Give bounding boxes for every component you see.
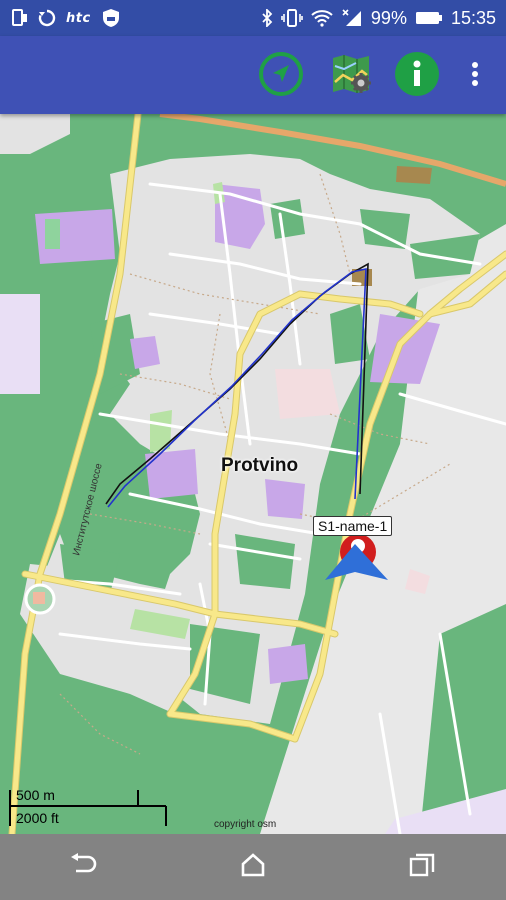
map-settings-icon xyxy=(329,52,373,101)
recent-apps-button[interactable] xyxy=(382,837,462,897)
bluetooth-icon xyxy=(261,9,273,27)
more-options-button[interactable] xyxy=(452,53,498,99)
map-view[interactable]: Protvino Институтское шоссе S1-name-1 50… xyxy=(0,114,506,834)
copyright-text: copyright osm xyxy=(214,819,277,830)
system-nav-bar xyxy=(0,834,506,900)
status-bar-left: htc xyxy=(12,0,121,36)
status-bar: htc 99% 15:35 xyxy=(0,0,506,36)
signal-icon xyxy=(341,9,363,27)
sim-icon xyxy=(12,9,28,27)
info-button[interactable] xyxy=(394,51,440,102)
recent-apps-icon xyxy=(409,853,435,882)
navigation-button[interactable] xyxy=(258,51,304,102)
scale-metric-label: 500 m xyxy=(16,787,55,803)
battery-icon xyxy=(415,10,443,26)
vibrate-icon xyxy=(281,9,303,27)
status-bar-right: 99% 15:35 xyxy=(261,0,496,36)
shield-icon xyxy=(101,8,121,28)
marker-label[interactable]: S1-name-1 xyxy=(313,516,393,536)
more-vert-icon xyxy=(471,61,479,92)
navigation-arrow-icon xyxy=(258,51,304,102)
map-settings-button[interactable] xyxy=(328,53,374,99)
scale-imperial-label: 2000 ft xyxy=(16,810,59,826)
scale-bar: 500 m 2000 ft xyxy=(8,786,168,832)
battery-percent: 99% xyxy=(370,7,407,28)
back-button[interactable] xyxy=(44,837,124,897)
clock: 15:35 xyxy=(450,7,496,28)
wifi-icon xyxy=(311,9,333,27)
info-icon xyxy=(394,51,440,102)
htc-logo: htc xyxy=(66,10,91,26)
home-icon xyxy=(240,852,266,882)
app-toolbar xyxy=(0,36,506,114)
back-icon xyxy=(70,852,98,882)
home-button[interactable] xyxy=(213,837,293,897)
city-label: Protvino xyxy=(221,455,299,476)
sync-icon xyxy=(38,9,56,27)
